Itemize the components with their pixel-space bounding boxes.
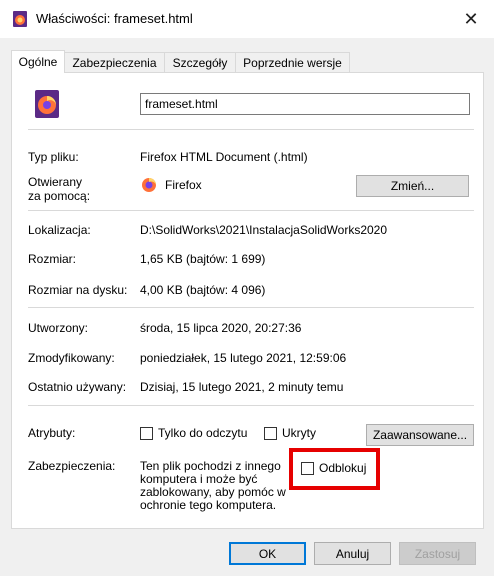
filename-value: frameset.html [145, 97, 218, 111]
security-label: Zabezpieczenia: [28, 459, 116, 473]
advanced-button-label: Zaawansowane... [372, 428, 468, 442]
hidden-checkbox-label: Ukryty [282, 426, 316, 440]
location-value: D:\SolidWorks\2021\InstalacjaSolidWorks2… [140, 223, 388, 237]
size-on-disk-value: 4,00 KB (bajtów: 4 096) [140, 283, 266, 297]
created-value: środa, 15 lipca 2020, 20:27:36 [140, 321, 302, 335]
advanced-button[interactable]: Zaawansowane... [366, 424, 474, 446]
modified-label: Zmodyfikowany: [28, 351, 115, 365]
divider [28, 210, 474, 211]
file-type-label: Typ pliku: [28, 150, 79, 164]
cancel-button[interactable]: Anuluj [314, 542, 391, 565]
tab-security[interactable]: Zabezpieczenia [64, 52, 165, 72]
hidden-checkbox[interactable] [264, 427, 277, 440]
apply-button[interactable]: Zastosuj [399, 542, 476, 565]
divider [28, 405, 474, 406]
attributes-label: Atrybuty: [28, 426, 76, 440]
size-label: Rozmiar: [28, 252, 77, 266]
close-icon: ✕ [463, 8, 479, 29]
filename-input[interactable]: frameset.html [140, 93, 470, 115]
security-text-line2: komputera i może być [140, 472, 258, 486]
tab-general[interactable]: Ogólne [11, 50, 65, 73]
file-type-value: Firefox HTML Document (.html) [140, 150, 308, 164]
title-bar: Właściwości: frameset.html ✕ [0, 0, 494, 38]
readonly-checkbox[interactable] [140, 427, 153, 440]
tab-security-label: Zabezpieczenia [72, 55, 157, 70]
firefox-icon [142, 178, 156, 192]
size-on-disk-label: Rozmiar na dysku: [28, 283, 128, 297]
created-label: Utworzony: [28, 321, 89, 335]
tab-previous-versions[interactable]: Poprzednie wersje [235, 52, 350, 72]
apply-button-label: Zastosuj [414, 546, 461, 561]
security-text-line4: ochronie tego komputera. [140, 498, 277, 512]
modified-value: poniedziałek, 15 lutego 2021, 12:59:06 [140, 351, 347, 365]
tab-details-label: Szczegóły [172, 55, 228, 70]
divider [28, 129, 474, 130]
cancel-button-label: Anuluj [335, 546, 370, 561]
opens-with-label-line2: za pomocą: [28, 189, 91, 203]
location-label: Lokalizacja: [28, 223, 91, 237]
tab-details[interactable]: Szczegóły [164, 52, 236, 72]
security-text-line3: zablokowany, aby pomóc w [140, 485, 286, 499]
highlight-box [289, 448, 380, 490]
opens-with-label-line1: Otwierany [28, 175, 83, 189]
general-panel: frameset.html Typ pliku: Firefox HTML Do… [11, 72, 484, 529]
accessed-value: Dzisiaj, 15 lutego 2021, 2 minuty temu [140, 380, 344, 394]
change-button[interactable]: Zmień... [356, 175, 469, 197]
close-button[interactable]: ✕ [448, 0, 494, 38]
readonly-checkbox-label: Tylko do odczytu [158, 426, 248, 440]
ok-button-label: OK [258, 546, 277, 561]
tab-previous-versions-label: Poprzednie wersje [243, 55, 342, 70]
ok-button[interactable]: OK [229, 542, 306, 565]
window-title: Właściwości: frameset.html [36, 11, 193, 26]
firefox-doc-icon [13, 11, 27, 27]
firefox-doc-icon [35, 90, 59, 118]
divider [28, 307, 474, 308]
tab-general-label: Ogólne [18, 55, 58, 69]
size-value: 1,65 KB (bajtów: 1 699) [140, 252, 266, 266]
opens-with-value: Firefox [165, 178, 202, 192]
security-text-line1: Ten plik pochodzi z innego [140, 459, 281, 473]
change-button-label: Zmień... [390, 179, 435, 193]
accessed-label: Ostatnio używany: [28, 380, 127, 394]
